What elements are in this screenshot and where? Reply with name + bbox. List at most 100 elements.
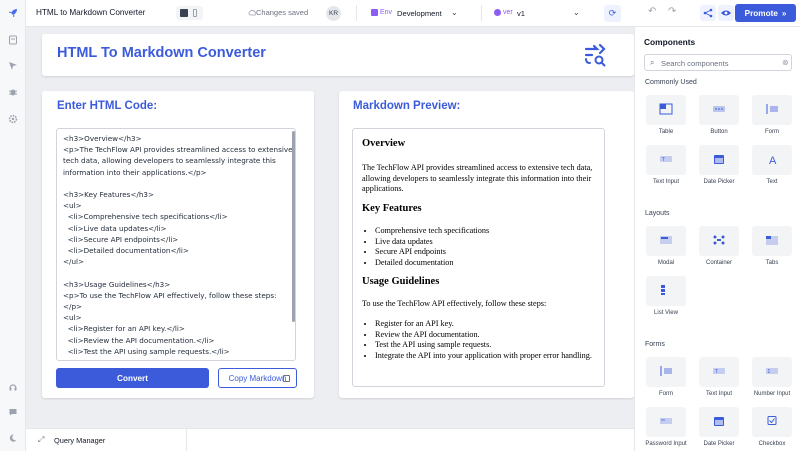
textarea-scrollbar[interactable] (292, 131, 295, 322)
pages-icon[interactable] (7, 34, 19, 46)
version-selector[interactable]: ver v1 ⌄ (494, 5, 584, 21)
avatar[interactable]: KR (326, 6, 341, 21)
app-title[interactable]: HTML to Markdown Converter (36, 8, 145, 17)
preview-card-title: Markdown Preview: (353, 100, 461, 112)
desktop-view-icon[interactable] (180, 9, 188, 17)
component-tile-label: Password Input (645, 441, 687, 447)
component-tile-modal[interactable] (646, 226, 686, 256)
form-icon (765, 103, 779, 117)
chevron-down-icon: ⌄ (573, 8, 580, 17)
undo-icon[interactable]: ↶ (648, 6, 656, 17)
html-code-textarea[interactable]: <h3>Overview</h3> <p>The TechFlow API pro… (56, 128, 296, 361)
component-tile-table[interactable] (646, 95, 686, 125)
component-tile-button[interactable] (699, 95, 739, 125)
code-line: <h3>Usage Guidelines</h3> (63, 279, 171, 289)
component-tile-number-input[interactable]: 1 (752, 357, 792, 387)
component-tile-label: Table (658, 129, 674, 135)
preview-paragraph-overview: The TechFlow API provides streamlined ac… (362, 163, 593, 193)
list-item: Live data updates (375, 237, 600, 248)
search-clear-icon[interactable]: ⊗ (782, 58, 789, 67)
environment-selector[interactable]: Env Development ⌄ (371, 5, 461, 21)
code-line: information into their applications.</p> (63, 167, 207, 177)
convert-arrows-icon (582, 41, 608, 67)
layout-toggle[interactable] (176, 6, 203, 20)
component-tile-label: Modal (657, 260, 675, 266)
settings-gear-icon[interactable] (7, 113, 19, 125)
component-tile-date-picker[interactable] (699, 145, 739, 175)
text-icon: A (765, 153, 779, 167)
panel-title: Components (644, 37, 696, 47)
save-status: Changes saved (256, 8, 309, 17)
component-tile-label: Button (710, 129, 728, 135)
promote-button[interactable]: Promote » (735, 4, 796, 22)
component-tile-label: Number Input (753, 391, 791, 397)
list-item: Detailed documentation (375, 258, 600, 269)
preview-heading-overview: Overview (362, 138, 406, 149)
convert-button[interactable]: Convert (56, 368, 209, 388)
code-line: <li>Review the API documentation.</li> (63, 335, 215, 345)
component-search-input[interactable]: ⌕ Search components ⊗ (644, 54, 792, 71)
list-item: Test the API using sample requests. (375, 340, 600, 351)
debugger-icon[interactable] (7, 86, 19, 98)
expand-arrows-icon[interactable]: ⤢ (38, 435, 44, 445)
query-manager-toggle[interactable]: Query Manager (54, 436, 105, 445)
preview-steps-list: Register for an API key.Review the API d… (375, 319, 600, 361)
code-line: <li>Test the API using sample requests.<… (63, 346, 230, 356)
copy-markdown-label: Copy Markdown (228, 373, 287, 383)
list-item: Register for an API key. (375, 319, 600, 330)
list-item: Secure API endpoints (375, 247, 600, 258)
search-icon: ⌕ (650, 58, 655, 67)
components-panel: Components ⌕ Search components ⊗ Commonl… (634, 27, 800, 451)
version-prefix: ver (503, 9, 513, 16)
dark-mode-moon-icon[interactable] (7, 432, 19, 444)
component-tile-text-input[interactable]: T (646, 145, 686, 175)
search-placeholder: Search components (661, 59, 729, 68)
list-view-icon (659, 284, 673, 298)
mobile-view-icon[interactable] (193, 9, 197, 17)
list-item: Comprehensive tech specifications (375, 226, 600, 237)
preview-eye-icon[interactable] (718, 5, 734, 21)
component-tile-text-input[interactable]: T (699, 357, 739, 387)
code-line: </p> (63, 302, 83, 312)
share-icon[interactable] (700, 5, 716, 21)
component-tile-label: Date Picker (703, 179, 735, 185)
code-line: <ul> (63, 313, 82, 323)
redo-icon[interactable]: ↷ (668, 6, 676, 17)
component-tile-checkbox[interactable] (752, 407, 792, 437)
code-line: <li>Secure API endpoints</li> (63, 234, 179, 244)
component-tile-label: Text Input (652, 179, 679, 185)
preview-heading-features: Key Features (362, 203, 422, 214)
chat-icon[interactable] (7, 406, 19, 418)
copy-markdown-button[interactable]: Copy Markdown (218, 368, 297, 388)
help-headset-icon[interactable] (7, 381, 19, 393)
markdown-preview-pane: Overview The TechFlow API provides strea… (352, 128, 605, 387)
number-input-icon: 1 (765, 365, 779, 379)
component-tile-label: Tabs (765, 260, 779, 266)
component-tile-form[interactable] (752, 95, 792, 125)
list-item: Review the API documentation. (375, 330, 600, 341)
preview-paragraph-usage: To use the TechFlow API effectively, fol… (362, 299, 547, 308)
component-tile-label: Text Input (705, 391, 732, 397)
code-line: <p>The TechFlow API provides streamlined… (63, 145, 293, 155)
component-tile-date-picker[interactable] (699, 407, 739, 437)
svg-text:1: 1 (768, 369, 771, 375)
code-line: <li>Comprehensive tech specifications</l… (63, 212, 228, 222)
double-chevron-right-icon: » (781, 8, 787, 18)
code-line: <li>Detailed documentation</li> (63, 246, 189, 256)
component-tile-text[interactable]: A (752, 145, 792, 175)
svg-text:A: A (769, 155, 777, 165)
html-input-card: Enter HTML Code: <h3>Overview</h3> <p>The… (42, 91, 314, 398)
component-tile-label: Container (705, 260, 732, 266)
component-tile-tabs[interactable] (752, 226, 792, 256)
version-value: v1 (517, 8, 526, 18)
calendar-icon (712, 415, 726, 429)
inspector-icon[interactable] (7, 60, 19, 72)
component-tile-password-input[interactable]: ** (646, 407, 686, 437)
code-line: <ul> (63, 201, 82, 211)
rocket-logo-icon[interactable] (7, 7, 19, 19)
component-tile-container[interactable] (699, 226, 739, 256)
component-tile-form[interactable] (646, 357, 686, 387)
list-item: Integrate the API into your application … (375, 351, 600, 362)
component-tile-list-view[interactable] (646, 276, 686, 306)
refresh-icon[interactable]: ⟳ (604, 5, 621, 22)
